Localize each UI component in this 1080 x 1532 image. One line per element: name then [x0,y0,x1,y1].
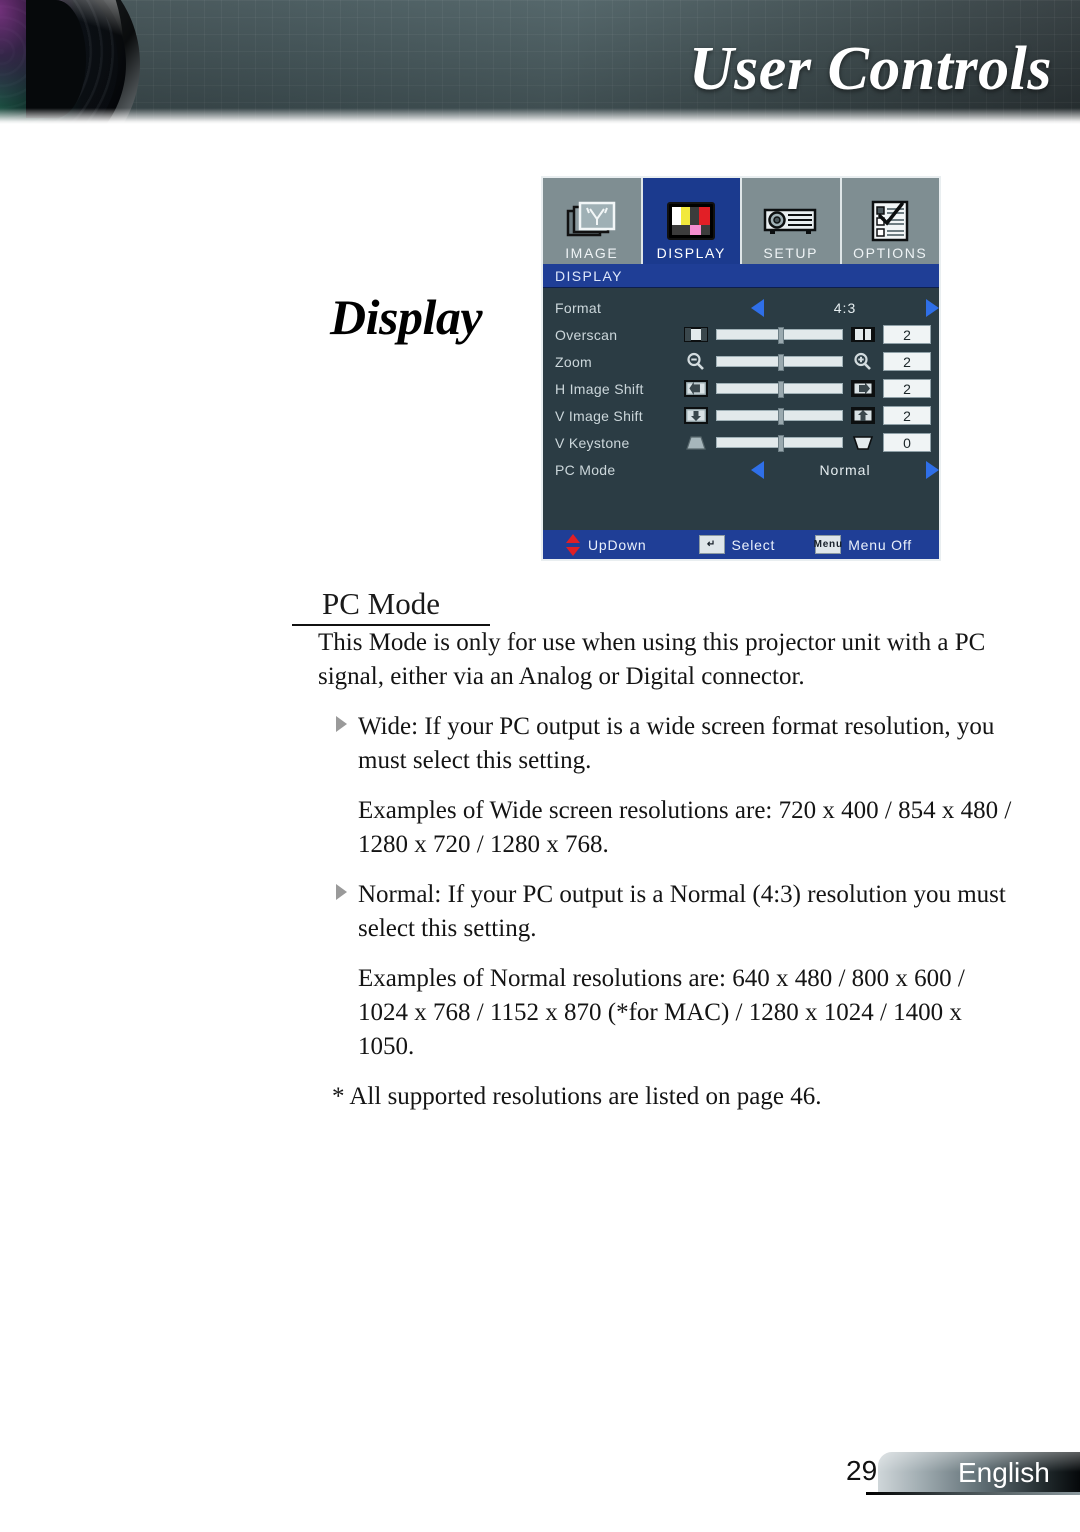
zoom-slider[interactable] [716,354,843,371]
footnote-paragraph: * All supported resolutions are listed o… [332,1083,822,1110]
overscan-slider[interactable] [716,327,843,344]
paragraph: This Mode is only for use when using thi… [318,629,986,690]
h-image-shift-slider[interactable] [716,381,843,398]
osd-row-value: 2 [883,352,931,371]
osd-row-label: Overscan [555,326,618,343]
overscan-left-icon [683,326,709,344]
color-bars-icon [667,197,716,245]
paragraph: Examples of Normal resolutions are: 640 … [358,965,965,1060]
shift-left-icon [683,380,709,398]
zoom-in-icon [850,352,876,371]
up-down-arrows-icon [566,533,580,556]
osd-row-value: 0 [883,433,931,452]
section-body: This Mode is only for use when using thi… [318,626,1018,1130]
header-bottom-fade [0,108,1080,124]
paragraph-text: Wide: If your PC output is a wide screen… [358,713,995,774]
osd-tab-setup[interactable]: SETUP [742,178,842,264]
osd-row-v-keystone[interactable]: V Keystone 0 [543,429,939,456]
osd-row-label: PC Mode [555,461,616,478]
osd-row-value: 2 [883,325,931,344]
checklist-icon [870,197,910,245]
osd-footer-updown[interactable]: UpDown [565,533,647,556]
shift-up-icon [850,407,876,425]
osd-footer-bar: UpDown ↵ Select Menu Menu Off [543,530,939,559]
image-stack-icon [566,197,618,245]
osd-row-h-image-shift[interactable]: H Image Shift 2 [543,375,939,402]
keystone-bottom-icon [850,434,876,452]
footer-rule [866,1492,1080,1495]
overscan-right-icon [850,326,876,344]
osd-footer-label: UpDown [588,536,647,553]
osd-row-value: 2 [883,379,931,398]
paragraph-text: Normal: If your PC output is a Normal (4… [358,881,1006,942]
arrow-left-icon[interactable] [751,460,764,479]
osd-row-zoom[interactable]: Zoom 2 [543,348,939,375]
osd-row-label: V Keystone [555,434,630,451]
osd-tab-options[interactable]: OPTIONS [841,178,939,264]
enter-key-icon: ↵ [698,535,725,554]
osd-settings-list: Format 4:3 Overscan 2 Zoom 2 H Image Shi… [543,288,939,483]
osd-row-overscan[interactable]: Overscan 2 [543,321,939,348]
paragraph: Examples of Wide screen resolutions are:… [358,797,1012,858]
osd-row-label: Zoom [555,353,592,370]
shift-down-icon [683,407,709,425]
osd-tab-label: IMAGE [565,245,619,261]
arrow-left-icon[interactable] [751,298,764,317]
slider-thumb[interactable] [778,381,785,398]
osd-tab-label: DISPLAY [656,245,726,261]
page-title: User Controls [688,35,1052,103]
osd-menu-titlebar: DISPLAY [543,264,939,288]
v-keystone-slider[interactable] [716,435,843,452]
arrow-right-icon[interactable] [926,298,939,317]
camera-lens-graphic [0,0,140,124]
slider-thumb[interactable] [778,435,785,452]
osd-footer-menu-off[interactable]: Menu Menu Off [814,535,912,554]
osd-tab-bar: IMAGE DISPLAY SETUP OPTIONS [543,178,939,264]
osd-footer-label: Select [731,536,776,553]
osd-row-label: H Image Shift [555,380,644,397]
osd-tab-image[interactable]: IMAGE [543,178,643,264]
osd-footer-select[interactable]: ↵ Select [698,535,776,554]
zoom-out-icon [683,352,709,371]
osd-row-pc-mode[interactable]: PC Mode Normal [543,456,939,483]
osd-row-format[interactable]: Format 4:3 [543,294,939,321]
bullet-triangle-icon [336,716,347,732]
osd-menu: IMAGE DISPLAY SETUP OPTIONS DISPLAY Form… [541,176,941,561]
bullet-paragraph: Wide: If your PC output is a wide screen… [318,710,1018,778]
arrow-right-icon[interactable] [926,460,939,479]
osd-row-label: Format [555,299,602,316]
keystone-top-icon [683,434,709,452]
osd-tab-label: OPTIONS [853,245,928,261]
section-side-title: Display [330,289,483,345]
menu-key-icon: Menu [814,535,842,554]
language-label: English [958,1457,1050,1488]
page-number: 29 [846,1455,878,1486]
osd-row-value: 4:3 [833,299,857,316]
v-image-shift-slider[interactable] [716,408,843,425]
osd-row-value: Normal [819,461,871,478]
bullet-triangle-icon [336,884,347,900]
projector-icon [763,197,819,245]
osd-tab-label: SETUP [763,245,819,261]
osd-row-value: 2 [883,406,931,425]
page-header-banner: User Controls [0,0,1080,124]
section-heading: PC Mode [292,586,490,626]
slider-thumb[interactable] [778,354,785,371]
shift-right-icon [850,380,876,398]
bullet-paragraph: Normal: If your PC output is a Normal (4… [318,878,1018,946]
language-banner: English [878,1452,1080,1492]
osd-footer-label: Menu Off [848,536,912,553]
osd-tab-display[interactable]: DISPLAY [642,178,742,264]
slider-thumb[interactable] [778,327,785,344]
osd-row-label: V Image Shift [555,407,643,424]
osd-row-v-image-shift[interactable]: V Image Shift 2 [543,402,939,429]
slider-thumb[interactable] [778,408,785,425]
